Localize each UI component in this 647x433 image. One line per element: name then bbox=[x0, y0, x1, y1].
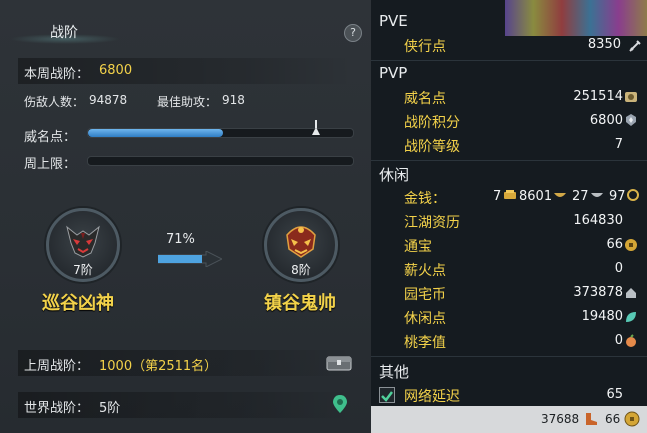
money-x: 97 bbox=[609, 189, 626, 204]
last-week-label: 上周战阶： bbox=[24, 359, 90, 374]
leisure-item-label: 休闲点 bbox=[404, 311, 446, 327]
leaf-icon bbox=[626, 312, 636, 322]
kills-value: 94878 bbox=[89, 93, 128, 107]
fame-emblem-icon bbox=[625, 92, 637, 102]
pvp-item-label: 战阶等级 bbox=[404, 139, 460, 155]
weekly-value: 6800 bbox=[99, 63, 133, 78]
next-rank-emblem[interactable]: 8阶 bbox=[264, 208, 338, 282]
demon-mask-icon bbox=[66, 225, 100, 258]
current-rank-level: 7阶 bbox=[73, 263, 93, 277]
divider bbox=[371, 60, 647, 61]
leisure-item-value: 0 bbox=[614, 261, 623, 276]
last-week-value: 1000（第2511名） bbox=[99, 359, 218, 374]
fame-marker-icon bbox=[312, 127, 320, 135]
coin-icon bbox=[624, 411, 640, 427]
peach-icon bbox=[626, 334, 636, 347]
next-rank-title: 镇谷鬼帅 bbox=[264, 293, 336, 314]
leisure-item-value: 373878 bbox=[573, 285, 623, 300]
latency-checkbox[interactable] bbox=[379, 387, 395, 403]
rank-badge-icon bbox=[626, 114, 636, 126]
pve-item-value: 8350 bbox=[587, 37, 621, 52]
world-label: 世界战阶： bbox=[24, 401, 90, 416]
leisure-item-value: 0 bbox=[614, 333, 623, 348]
current-rank-title: 巡谷凶神 bbox=[42, 293, 114, 314]
leisure-item-value: 19480 bbox=[581, 309, 623, 324]
help-icon[interactable]: ? bbox=[344, 24, 362, 42]
top-color-stripe bbox=[505, 0, 647, 36]
leisure-item-label: 江湖资历 bbox=[404, 215, 460, 231]
checkmark-icon bbox=[381, 391, 393, 402]
leisure-item-value: 164830 bbox=[573, 213, 623, 228]
pvp-item-value: 6800 bbox=[589, 113, 623, 128]
fame-label: 威名点： bbox=[24, 130, 77, 145]
leisure-header: 休闲 bbox=[379, 166, 410, 184]
panel-header: 战阶 ? bbox=[0, 0, 371, 46]
weekly-label: 本周战阶： bbox=[24, 67, 90, 82]
kills-label: 伤敌人数： bbox=[24, 95, 85, 109]
progress-arrow-icon bbox=[158, 251, 222, 267]
latency-label: 网络延迟 bbox=[404, 389, 460, 405]
money-gold: 7 bbox=[493, 189, 502, 204]
panel-title: 战阶 bbox=[50, 25, 78, 41]
leisure-item-label: 桃李值 bbox=[404, 335, 446, 351]
money-copper: 27 bbox=[572, 189, 589, 204]
current-rank-emblem[interactable]: 7阶 bbox=[46, 208, 120, 282]
divider bbox=[371, 356, 647, 357]
pve-item-label: 侠行点 bbox=[404, 39, 446, 55]
assist-label: 最佳助攻： bbox=[157, 95, 218, 109]
location-pin-icon[interactable] bbox=[332, 394, 348, 414]
latency-value: 65 bbox=[606, 387, 623, 402]
silver-ingot-icon bbox=[591, 193, 603, 197]
boot-icon bbox=[586, 413, 597, 425]
pvp-item-value: 251514 bbox=[573, 89, 623, 104]
pvp-item-label: 威名点 bbox=[404, 91, 446, 107]
world-value: 5阶 bbox=[99, 401, 121, 416]
pvp-item-label: 战阶积分 bbox=[404, 115, 460, 131]
money-label: 金钱： bbox=[404, 191, 446, 207]
fame-bar-fill bbox=[88, 129, 224, 137]
footer-coins: 66 bbox=[605, 412, 621, 426]
ghost-general-mask-icon bbox=[286, 226, 316, 258]
weekly-cap-label: 周上限： bbox=[24, 157, 77, 172]
money-silver: 8601 bbox=[519, 189, 553, 204]
house-coin-icon bbox=[626, 288, 636, 298]
leisure-item-label: 通宝 bbox=[404, 239, 432, 255]
next-rank-level: 8阶 bbox=[291, 263, 311, 277]
pvp-header: PVP bbox=[379, 64, 408, 82]
leisure-item-label: 园宅币 bbox=[404, 287, 446, 303]
weekly-cap-bar bbox=[87, 156, 354, 166]
zhanjie-panel: 战阶 ? 本周战阶： 6800 伤敌人数： 94878 最佳助攻： 918 威名… bbox=[0, 0, 371, 433]
rank-progress-percent: 71% bbox=[166, 232, 195, 247]
pvp-item-value: 7 bbox=[614, 137, 623, 152]
divider bbox=[371, 160, 647, 161]
other-header: 其他 bbox=[379, 363, 410, 381]
chest-icon[interactable] bbox=[326, 354, 352, 372]
leisure-item-value: 66 bbox=[606, 237, 623, 252]
assist-value: 918 bbox=[222, 93, 245, 107]
leisure-item-label: 薪火点 bbox=[404, 263, 446, 279]
coin-icon bbox=[625, 239, 637, 251]
footer-points: 37688 bbox=[541, 412, 580, 426]
sword-icon bbox=[629, 40, 641, 52]
gold-ingot-icon bbox=[504, 190, 516, 199]
silver-boat-icon bbox=[554, 193, 566, 197]
copper-coin-icon bbox=[627, 189, 639, 201]
pve-header: PVE bbox=[379, 12, 408, 30]
